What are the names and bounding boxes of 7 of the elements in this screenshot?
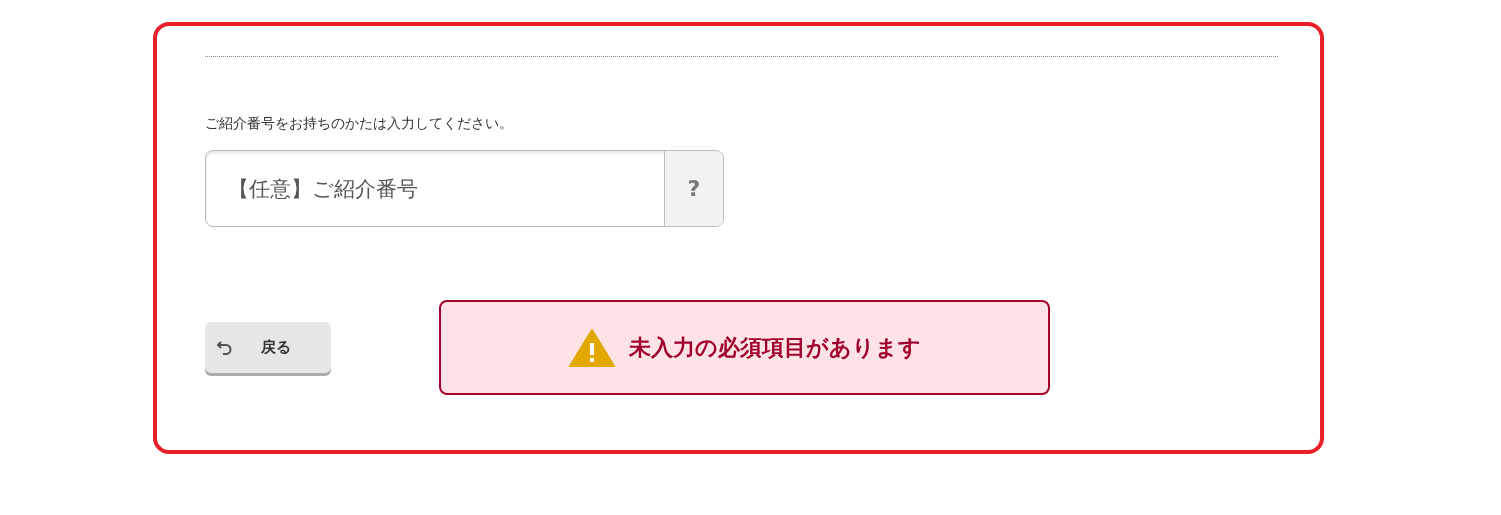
referral-number-field[interactable]: 【任意】ご紹介番号 ?: [205, 150, 724, 227]
undo-arrow-icon: [217, 339, 233, 356]
help-button[interactable]: ?: [664, 151, 723, 226]
warning-icon: [568, 328, 615, 367]
referral-instruction: ご紹介番号をお持ちのかたは入力してください。: [205, 115, 514, 133]
back-button[interactable]: 戻る: [205, 322, 331, 373]
alert-message: 未入力の必須項目があります: [628, 333, 921, 362]
